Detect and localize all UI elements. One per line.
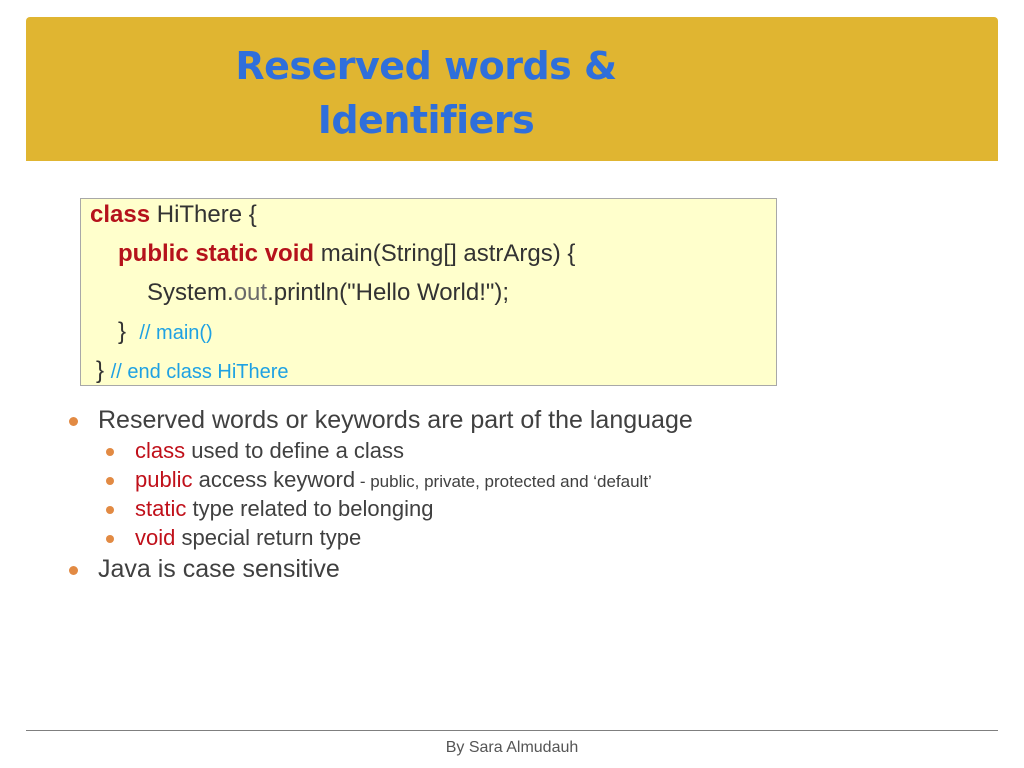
- bullet-dot-icon: [106, 506, 114, 514]
- bullet-dot-icon: [69, 566, 78, 575]
- bullet-keyword: public: [135, 467, 193, 492]
- code-field: out: [233, 279, 268, 306]
- code-line-4: } // main(): [118, 318, 213, 346]
- title-line-1: Reserved words &: [235, 44, 617, 88]
- sub-bullet-item: static type related to belonging: [135, 496, 433, 522]
- code-line-1: class HiThere {: [90, 201, 257, 229]
- code-text: .println("Hello World!");: [267, 279, 510, 306]
- bullet-keyword: static: [135, 496, 187, 521]
- bullet-text: access keyword: [192, 467, 356, 492]
- bullet-dot-icon: [69, 417, 78, 426]
- code-box: class HiThere { public static void main(…: [80, 198, 777, 386]
- bullet-dot-icon: [106, 535, 114, 543]
- slide: Reserved words & Identifiers class HiThe…: [0, 0, 1024, 768]
- code-comment: // main(): [139, 322, 213, 344]
- code-comment: // end class HiThere: [110, 361, 289, 383]
- bullet-note: - public, private, protected and ‘defaul…: [355, 472, 652, 491]
- title-line-2: Identifiers: [317, 98, 535, 142]
- code-line-5: } // end class HiThere: [96, 357, 289, 385]
- code-text: System.: [147, 279, 234, 306]
- bullet-text: used to define a class: [185, 438, 405, 463]
- bullet-text: type related to belonging: [186, 496, 434, 521]
- bullet-text: Reserved words or keywords are part of t…: [98, 406, 693, 434]
- code-keyword: class: [90, 201, 151, 228]
- bullet-dot-icon: [106, 448, 114, 456]
- footer-divider: [26, 730, 998, 731]
- slide-title: Reserved words & Identifiers: [146, 39, 706, 147]
- code-brace: }: [118, 318, 127, 345]
- footer-author: By Sara Almudauh: [445, 739, 579, 756]
- bullet-keyword: class: [135, 438, 186, 463]
- bullet-text: special return type: [175, 525, 362, 550]
- sub-bullet-item: public access keyword - public, private,…: [135, 467, 652, 493]
- bullet-text: Java is case sensitive: [98, 555, 340, 583]
- sub-bullet-item: class used to define a class: [135, 438, 404, 464]
- sub-bullet-item: void special return type: [135, 525, 361, 551]
- code-text: main(String[] astrArgs) {: [314, 240, 576, 267]
- code-keyword: public static void: [118, 240, 315, 267]
- bullet-item: Java is case sensitive: [98, 555, 340, 584]
- code-text: HiThere {: [150, 201, 257, 228]
- bullet-item: Reserved words or keywords are part of t…: [98, 406, 693, 435]
- code-line-2: public static void main(String[] astrArg…: [118, 240, 575, 268]
- bullet-dot-icon: [106, 477, 114, 485]
- code-brace: }: [96, 357, 105, 384]
- bullet-keyword: void: [135, 525, 176, 550]
- code-line-3: System.out.println("Hello World!");: [147, 279, 509, 307]
- title-band: Reserved words & Identifiers: [26, 17, 998, 161]
